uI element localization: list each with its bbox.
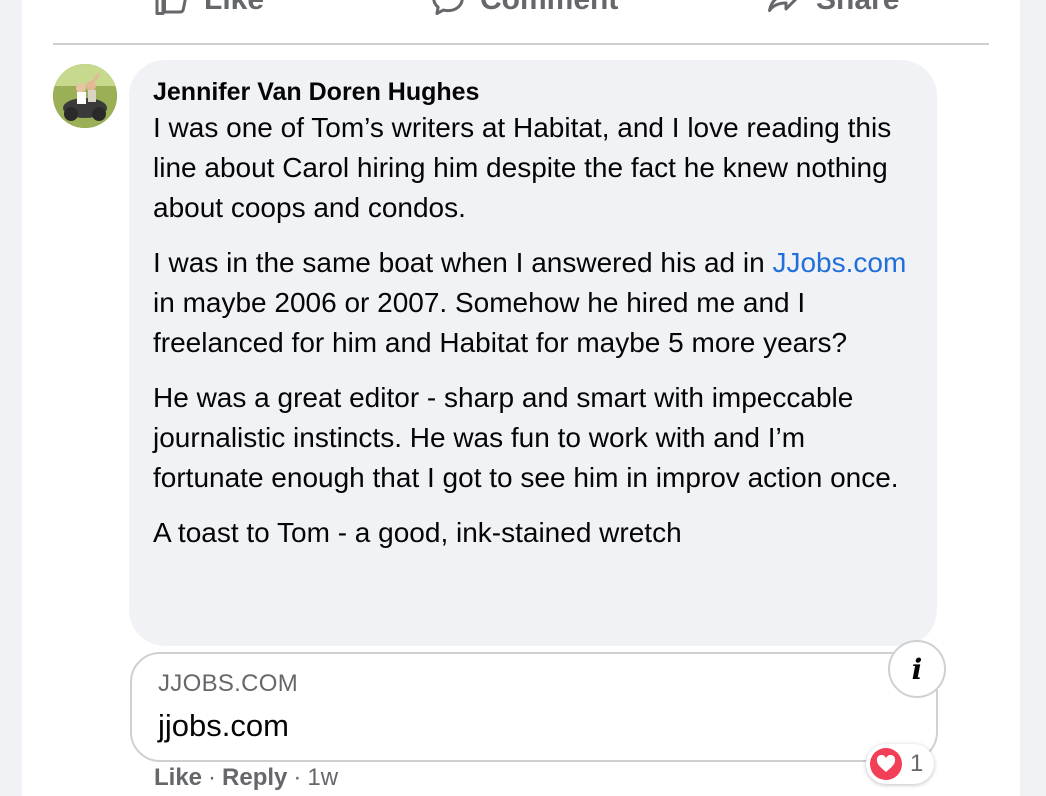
reaction-summary[interactable]: 1 xyxy=(866,744,934,784)
comment-author[interactable]: Jennifer Van Doren Hughes xyxy=(153,78,479,107)
comment-bubble: Jennifer Van Doren Hughes I was one of T… xyxy=(129,60,937,646)
comment-timestamp[interactable]: 1w xyxy=(307,764,338,792)
post-card: Like Comment Share xyxy=(22,0,1020,796)
info-icon: i xyxy=(911,652,923,686)
comment-button[interactable]: Comment xyxy=(430,0,618,18)
like-label: Like xyxy=(204,0,264,17)
post-action-bar: Like Comment Share xyxy=(22,0,1020,44)
comment-label: Comment xyxy=(480,0,618,17)
comment-reply-button[interactable]: Reply xyxy=(222,764,287,792)
comment-paragraph: I was one of Tom’s writers at Habitat, a… xyxy=(153,112,892,223)
reaction-count: 1 xyxy=(910,750,924,777)
separator: · xyxy=(208,764,217,791)
link-preview-card[interactable]: JJOBS.COM jjobs.com xyxy=(130,652,938,762)
comment-paragraph: A toast to Tom - a good, ink-stained wre… xyxy=(153,517,682,548)
info-button[interactable]: i xyxy=(888,640,946,698)
separator: · xyxy=(293,764,302,791)
comment-like-button[interactable]: Like xyxy=(154,764,202,792)
divider xyxy=(53,43,989,45)
link-preview-domain: JJOBS.COM xyxy=(158,670,299,697)
comment-paragraph: I was in the same boat when I answered h… xyxy=(153,243,923,363)
speech-bubble-icon xyxy=(430,0,466,18)
like-button[interactable]: Like xyxy=(154,0,264,18)
thumbs-up-icon xyxy=(154,0,190,18)
comment-footer: Like · Reply · 1w xyxy=(154,764,338,792)
avatar[interactable] xyxy=(53,64,117,128)
heart-icon xyxy=(870,748,902,780)
comment-paragraph: He was a great editor - sharp and smart … xyxy=(153,382,899,493)
share-button[interactable]: Share xyxy=(764,0,899,18)
link-preview-title: jjobs.com xyxy=(158,708,289,743)
avatar-photo xyxy=(53,64,117,128)
share-label: Share xyxy=(816,0,899,17)
comment-text-segment: I was in the same boat when I answered h… xyxy=(153,247,773,278)
comment-text-segment: in maybe 2006 or 2007. Somehow he hired … xyxy=(153,287,848,358)
comment-body: I was one of Tom’s writers at Habitat, a… xyxy=(153,108,923,568)
jjobs-link[interactable]: JJobs.com xyxy=(772,247,906,278)
share-arrow-icon xyxy=(764,0,802,18)
